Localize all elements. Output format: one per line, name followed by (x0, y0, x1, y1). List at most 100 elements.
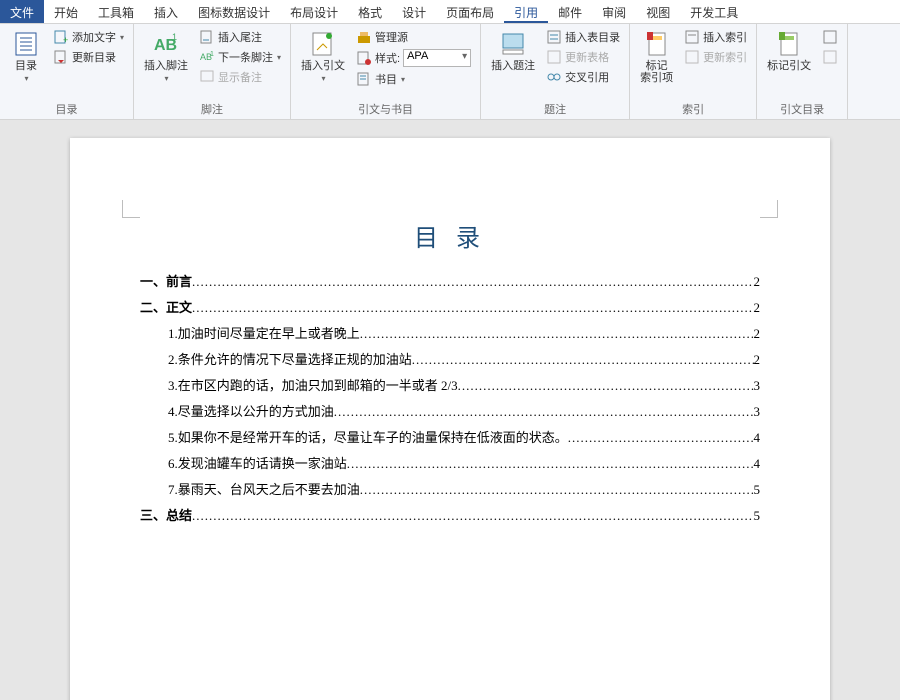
toc-entry[interactable]: 一、前言 2 (140, 271, 760, 290)
toc-entry[interactable]: 6.发现油罐车的话请换一家油站 4 (140, 453, 760, 472)
mark-entry-button[interactable]: 标记 索引项 (636, 28, 677, 86)
toc-entry[interactable]: 5.如果你不是经常开车的话，尽量让车子的油量保持在低液面的状态。4 (140, 427, 760, 446)
group-index: 标记 索引项 插入索引 更新索引 索引 (630, 24, 757, 119)
chevron-down-icon: ▾ (401, 75, 405, 84)
group-toc: 目录 ▾ + 添加文字 ▾ 更新目录 目录 (0, 24, 134, 119)
toc-entry-page: 2 (754, 274, 761, 290)
toc-entry-page: 5 (754, 482, 761, 498)
toc-entry-text: 三、总结 (140, 505, 192, 524)
toc-entry[interactable]: 4.尽量选择以公升的方式加油3 (140, 401, 760, 420)
bibliography-icon (356, 71, 372, 87)
menu-tab-图标数据设计[interactable]: 图标数据设计 (188, 0, 280, 23)
toc-leader (458, 378, 754, 394)
toc-entry-page: 4 (754, 430, 761, 446)
insert-endnote-button[interactable]: 插入尾注 (196, 28, 284, 46)
menu-tab-设计[interactable]: 设计 (392, 0, 436, 23)
menubar: 文件 开始工具箱插入图标数据设计布局设计格式设计页面布局引用邮件审阅视图开发工具 (0, 0, 900, 24)
tof-icon (546, 29, 562, 45)
toc-entry[interactable]: 7.暴雨天、台风天之后不要去加油 5 (140, 479, 760, 498)
insert-citation-label: 插入引文 (301, 60, 345, 72)
mark-citation-icon (775, 30, 803, 58)
toc-entry[interactable]: 3.在市区内跑的话，加油只加到邮箱的一半或者 2/3 3 (140, 375, 760, 394)
toc-entry-text: 7.暴雨天、台风天之后不要去加油 (140, 479, 360, 498)
style-row: 样式: APA (353, 48, 474, 68)
toc-entry-page: 3 (754, 378, 761, 394)
toc-entry-text: 二、正文 (140, 297, 192, 316)
cross-ref-label: 交叉引用 (565, 69, 609, 85)
group-toc-label: 目录 (6, 99, 127, 117)
toc-entry[interactable]: 二、正文2 (140, 297, 760, 316)
toc-entry[interactable]: 1.加油时间尽量定在早上或者晚上2 (140, 323, 760, 342)
insert-caption-label: 插入题注 (491, 60, 535, 72)
menu-tab-工具箱[interactable]: 工具箱 (88, 0, 144, 23)
menu-tab-视图[interactable]: 视图 (636, 0, 680, 23)
insert-index-icon (684, 29, 700, 45)
next-footnote-label: 下一条脚注 (218, 49, 273, 65)
mark-entry-icon (643, 30, 671, 58)
insert-tof-button[interactable]: 插入表目录 (543, 28, 623, 46)
cross-ref-button[interactable]: 交叉引用 (543, 68, 623, 86)
toc-leader (412, 352, 754, 368)
page[interactable]: 目 录 一、前言2二、正文21.加油时间尽量定在早上或者晚上22.条件允许的情况… (70, 138, 830, 700)
endnote-icon (199, 29, 215, 45)
toc-entry-page: 4 (754, 456, 761, 472)
toc-entry[interactable]: 2.条件允许的情况下尽量选择正规的加油站2 (140, 349, 760, 368)
toc-entry-text: 3.在市区内跑的话，加油只加到邮箱的一半或者 2/3 (140, 375, 458, 394)
chevron-down-icon: ▾ (277, 53, 281, 62)
toa-extra-1[interactable] (819, 28, 841, 46)
next-footnote-button[interactable]: AB1 下一条脚注 ▾ (196, 48, 284, 66)
insert-caption-button[interactable]: 插入题注 (487, 28, 539, 74)
toa-icon-2 (822, 49, 838, 65)
add-text-label: 添加文字 (72, 29, 116, 45)
toc-entry[interactable]: 三、总结5 (140, 505, 760, 524)
menu-tab-布局设计[interactable]: 布局设计 (280, 0, 348, 23)
insert-index-label: 插入索引 (703, 29, 747, 45)
menu-tab-插入[interactable]: 插入 (144, 0, 188, 23)
style-icon (356, 50, 372, 66)
style-select[interactable]: APA (403, 49, 471, 67)
menu-tab-开始[interactable]: 开始 (44, 0, 88, 23)
update-index-button[interactable]: 更新索引 (681, 48, 750, 66)
bibliography-button[interactable]: 书目 ▾ (353, 70, 474, 88)
toc-entry-text: 6.发现油罐车的话请换一家油站 (140, 453, 347, 472)
chevron-down-icon: ▾ (24, 74, 28, 83)
toc-leader (192, 508, 753, 524)
menu-tab-邮件[interactable]: 邮件 (548, 0, 592, 23)
group-captions-label: 题注 (487, 99, 623, 117)
manage-sources-icon (356, 29, 372, 45)
insert-footnote-button[interactable]: AB1 插入脚注 ▾ (140, 28, 192, 85)
insert-index-button[interactable]: 插入索引 (681, 28, 750, 46)
chevron-down-icon: ▾ (120, 33, 124, 42)
toc-button[interactable]: 目录 ▾ (6, 28, 46, 85)
manage-sources-button[interactable]: 管理源 (353, 28, 474, 46)
mark-citation-button[interactable]: 标记引文 (763, 28, 815, 74)
add-text-button[interactable]: + 添加文字 ▾ (50, 28, 127, 46)
insert-citation-button[interactable]: 插入引文 ▾ (297, 28, 349, 85)
update-index-label: 更新索引 (703, 49, 747, 65)
update-tables-button[interactable]: 更新表格 (543, 48, 623, 66)
update-index-icon (684, 49, 700, 65)
group-footnotes: AB1 插入脚注 ▾ 插入尾注 AB1 下一条脚注 ▾ 显示备注 (134, 24, 291, 119)
add-text-icon: + (53, 29, 69, 45)
update-toc-label: 更新目录 (72, 49, 116, 65)
caption-icon (499, 30, 527, 58)
bibliography-label: 书目 (375, 71, 397, 87)
show-notes-icon (199, 69, 215, 85)
menu-tab-格式[interactable]: 格式 (348, 0, 392, 23)
svg-text:+: + (63, 35, 68, 45)
menu-file[interactable]: 文件 (0, 0, 44, 23)
toc-leader (568, 430, 754, 446)
group-toa-label: 引文目录 (763, 99, 841, 117)
update-toc-icon (53, 49, 69, 65)
menu-tab-开发工具[interactable]: 开发工具 (680, 0, 748, 23)
update-toc-button[interactable]: 更新目录 (50, 48, 127, 66)
menu-tab-引用[interactable]: 引用 (504, 0, 548, 23)
toc-leader (192, 300, 753, 316)
group-toa: 标记引文 引文目录 (757, 24, 848, 119)
style-label: 样式: (375, 50, 400, 66)
menu-tab-审阅[interactable]: 审阅 (592, 0, 636, 23)
toc-entry-text: 一、前言 (140, 271, 192, 290)
show-notes-button[interactable]: 显示备注 (196, 68, 284, 86)
toa-extra-2[interactable] (819, 48, 841, 66)
menu-tab-页面布局[interactable]: 页面布局 (436, 0, 504, 23)
